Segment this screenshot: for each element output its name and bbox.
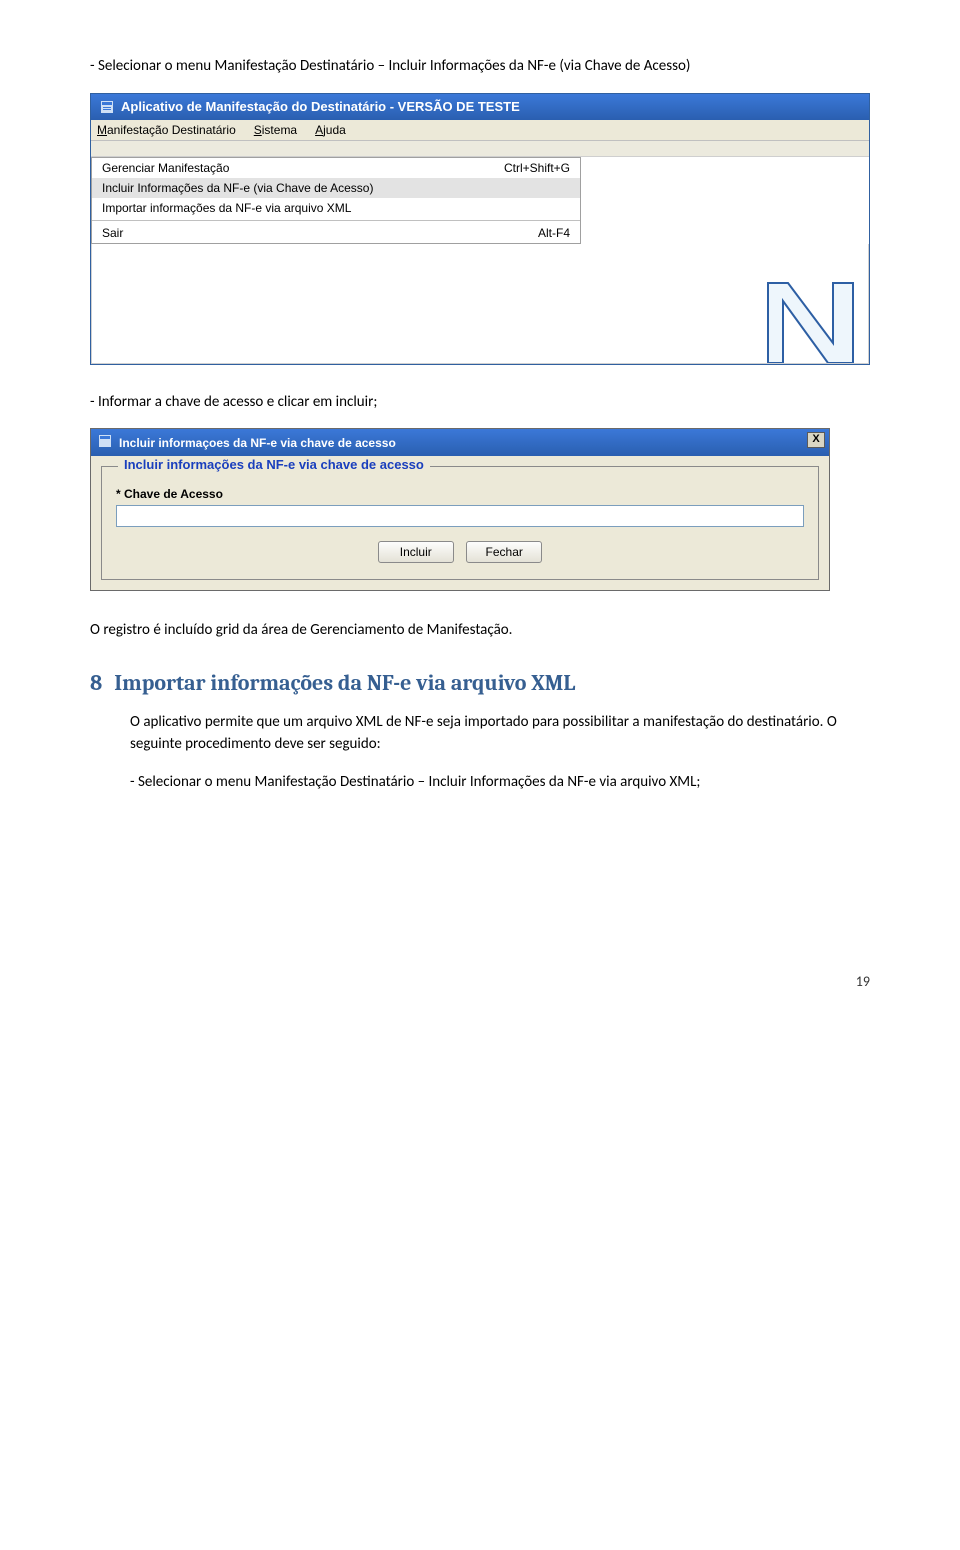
app-icon <box>99 99 115 115</box>
menu-item-sair[interactable]: Sair Alt-F4 <box>92 223 580 243</box>
dropdown-menu: Gerenciar Manifestação Ctrl+Shift+G Incl… <box>91 157 581 244</box>
section-number: 8 <box>90 670 102 696</box>
logo-n <box>748 273 868 363</box>
menu-item-label: Gerenciar Manifestação <box>102 161 229 175</box>
menu-item-shortcut: Alt-F4 <box>538 226 570 240</box>
menu-manifestacao[interactable]: Manifestação Destinatário <box>97 123 236 137</box>
fieldset-legend: Incluir informações da NF-e via chave de… <box>118 457 430 472</box>
dialog-icon <box>97 433 113 452</box>
menu-item-incluir-chave[interactable]: Incluir Informações da NF-e (via Chave d… <box>92 178 580 198</box>
chave-input[interactable] <box>116 505 804 527</box>
section-heading: 8 Importar informações da NF-e via arquiv… <box>90 670 870 696</box>
section-title: Importar informações da NF-e via arquivo… <box>114 670 575 696</box>
dialog-window: Incluir informaçoes da NF-e via chave de… <box>90 428 830 591</box>
chave-label: * Chave de Acesso <box>116 487 804 501</box>
dialog-title-text: Incluir informaçoes da NF-e via chave de… <box>119 436 396 450</box>
dialog-fieldset: Incluir informações da NF-e via chave de… <box>101 466 819 580</box>
menu-ajuda[interactable]: Ajuda <box>315 123 346 137</box>
menu-sistema[interactable]: Sistema <box>254 123 297 137</box>
menu-item-importar-xml[interactable]: Importar informações da NF-e via arquivo… <box>92 198 580 218</box>
menu-item-label: Incluir Informações da NF-e (via Chave d… <box>102 181 373 195</box>
menu-item-label: Importar informações da NF-e via arquivo… <box>102 201 351 215</box>
dialog-button-row: Incluir Fechar <box>116 541 804 563</box>
app-title-text: Aplicativo de Manifestação do Destinatár… <box>121 99 520 114</box>
app-window: Aplicativo de Manifestação do Destinatár… <box>90 93 870 365</box>
menu-separator <box>92 220 580 221</box>
after-dialog-text: O registro é incluído grid da área de Ge… <box>90 619 870 642</box>
menu-item-gerenciar[interactable]: Gerenciar Manifestação Ctrl+Shift+G <box>92 158 580 178</box>
intro-instruction: - Selecionar o menu Manifestação Destina… <box>90 55 870 78</box>
fechar-button[interactable]: Fechar <box>466 541 542 563</box>
after-app-text: - Informar a chave de acesso e clicar em… <box>90 391 870 414</box>
menubar: Manifestação Destinatário Sistema Ajuda <box>91 120 869 141</box>
app-titlebar: Aplicativo de Manifestação do Destinatár… <box>91 94 869 120</box>
section-paragraph-2: - Selecionar o menu Manifestação Destina… <box>130 771 870 794</box>
incluir-button[interactable]: Incluir <box>378 541 454 563</box>
toolbar-strip <box>91 141 869 157</box>
app-body <box>91 244 869 364</box>
section-paragraph-1: O aplicativo permite que um arquivo XML … <box>130 711 870 756</box>
menu-item-shortcut: Ctrl+Shift+G <box>504 161 570 175</box>
close-button[interactable]: X <box>807 432 825 448</box>
dialog-titlebar: Incluir informaçoes da NF-e via chave de… <box>91 429 829 456</box>
page-number: 19 <box>90 973 870 990</box>
menu-item-label: Sair <box>102 226 123 240</box>
